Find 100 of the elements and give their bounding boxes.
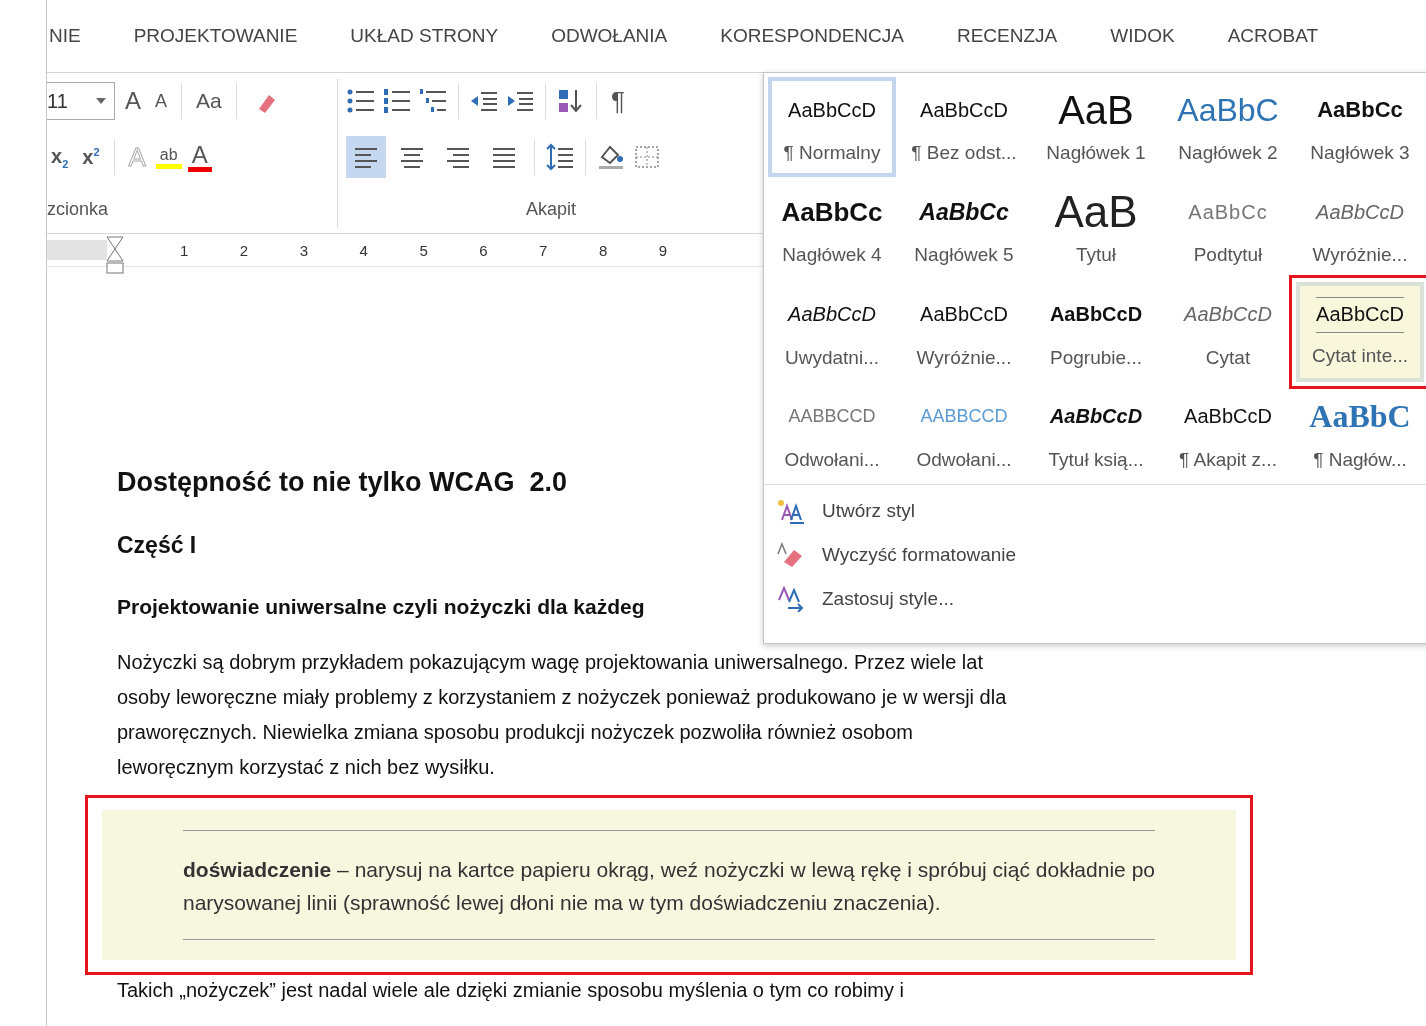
align-right-icon bbox=[445, 146, 471, 168]
style-item[interactable]: AaBbCcD Cytat bbox=[1164, 281, 1292, 382]
menu-item[interactable]: Wyczyść formatowanie bbox=[776, 533, 1176, 577]
ruler-number: 5 bbox=[419, 241, 428, 259]
document-subtitle: Część I bbox=[117, 532, 197, 559]
style-name: Pogrubie... bbox=[1050, 346, 1142, 369]
style-name: Nagłówek 4 bbox=[782, 244, 882, 267]
style-name: Wyróżnie... bbox=[916, 346, 1012, 369]
ribbon-tab[interactable]: WIDOK bbox=[1110, 25, 1175, 47]
highlight-button[interactable]: ab bbox=[155, 145, 182, 169]
style-preview: AABBCCD bbox=[920, 405, 1008, 429]
style-preview: AaBbCcD bbox=[1316, 199, 1404, 225]
style-name: Tytuł bbox=[1075, 244, 1117, 267]
ruler-number: 7 bbox=[539, 241, 548, 259]
style-name: ¶ Nagłów... bbox=[1313, 448, 1407, 471]
style-preview: AaBbC bbox=[1177, 90, 1279, 130]
style-preview: AaBbCc bbox=[919, 197, 1009, 227]
bullet-list-icon[interactable] bbox=[346, 87, 376, 115]
style-name: Uwydatni... bbox=[785, 346, 879, 369]
align-left-icon bbox=[353, 146, 379, 168]
ribbon-tab[interactable]: ODWOŁANIA bbox=[551, 25, 668, 47]
style-item[interactable]: AaBbC ¶ Nagłów... bbox=[1296, 383, 1424, 484]
style-name: ¶ Normalny bbox=[783, 142, 881, 164]
font-size-field[interactable]: 11 bbox=[47, 82, 115, 120]
style-item[interactable]: AaBbC Nagłówek 2 bbox=[1164, 77, 1292, 177]
font-color-button[interactable]: A bbox=[187, 142, 212, 172]
ribbon-tab[interactable]: UKŁAD STRONY bbox=[350, 25, 499, 47]
style-item[interactable]: AaBbCcD Uwydatni... bbox=[768, 281, 896, 382]
document-title: Dostępność to nie tylko WCAG 2.0 bbox=[117, 467, 568, 498]
style-name: Odwołani... bbox=[916, 448, 1012, 471]
align-button[interactable] bbox=[346, 136, 386, 178]
menu-item[interactable]: Zastosuj style... bbox=[776, 577, 1176, 621]
style-preview: AABBCCD bbox=[788, 405, 876, 429]
style-item[interactable]: AaB Tytuł bbox=[1032, 179, 1160, 280]
subscript-button[interactable]: x$_{2}$ bbox=[47, 144, 73, 170]
ribbon-tab[interactable]: RECENZJA bbox=[956, 25, 1058, 47]
align-justify-icon bbox=[491, 146, 517, 168]
style-name: Odwołani... bbox=[784, 448, 880, 471]
ruler-number: 1 bbox=[180, 241, 189, 259]
style-item[interactable]: AaBbCcD ¶ Akapit z... bbox=[1164, 383, 1292, 484]
multilevel-list-icon[interactable] bbox=[418, 87, 448, 115]
style-item[interactable]: AaBbCcD ¶ Bez odst... bbox=[900, 77, 1028, 177]
style-item[interactable]: AaBbCc Nagłówek 3 bbox=[1296, 77, 1424, 177]
style-item[interactable]: AABBCCD Odwołani... bbox=[768, 383, 896, 484]
style-name: Nagłówek 5 bbox=[914, 244, 1014, 267]
style-preview: AaBbCc bbox=[781, 195, 883, 229]
style-item[interactable]: AaBbCcD Wyróżnie... bbox=[900, 281, 1028, 382]
numbered-list-icon[interactable] bbox=[382, 87, 412, 115]
align-center-icon bbox=[399, 146, 425, 168]
style-preview: AaBbCcD bbox=[788, 302, 876, 327]
style-preview: AaBbCcD bbox=[788, 97, 876, 123]
change-case-button[interactable]: Aa bbox=[192, 89, 226, 113]
style-item[interactable]: AaBbCcD ¶ Normalny bbox=[768, 77, 896, 177]
style-name: Nagłówek 1 bbox=[1046, 142, 1146, 164]
menu-item[interactable]: Utwórz styl bbox=[776, 489, 1176, 533]
ribbon-tab[interactable]: ACROBAT bbox=[1227, 25, 1319, 47]
style-item[interactable]: AaBbCc Podtytuł bbox=[1164, 179, 1292, 280]
shrink-font-button[interactable]: A bbox=[151, 90, 172, 112]
style-item[interactable]: AaB Nagłówek 1 bbox=[1032, 77, 1160, 177]
grow-font-button[interactable]: A bbox=[121, 87, 145, 115]
style-preview: AaBbCcD bbox=[1316, 296, 1404, 333]
style-name: Cytat inte... bbox=[1311, 344, 1409, 367]
section-heading: Projektowanie uniwersalne czyli nożyczki dla każdeg bbox=[117, 595, 645, 619]
style-item[interactable]: AaBbCcD Pogrubie... bbox=[1032, 281, 1160, 382]
group-label: zcionka bbox=[47, 198, 109, 220]
style-name: Nagłówek 2 bbox=[1178, 142, 1278, 164]
shading-bucket-icon[interactable] bbox=[596, 143, 626, 171]
ruler-number: 6 bbox=[479, 241, 488, 259]
style-item[interactable]: AaBbCcD Wyróżnie... bbox=[1296, 179, 1424, 280]
style-name: ¶ Bez odst... bbox=[911, 142, 1017, 164]
style-item[interactable]: AABBCCD Odwołani... bbox=[900, 383, 1028, 484]
style-preview: AaBbCcD bbox=[920, 302, 1008, 327]
style-item[interactable]: AaBbCc Nagłówek 4 bbox=[768, 179, 896, 280]
style-preview: AaBbCc bbox=[1188, 199, 1268, 225]
ribbon-tab[interactable]: NIE bbox=[49, 25, 81, 47]
style-name: Tytuł ksią... bbox=[1048, 448, 1144, 471]
style-preview: AaBbCc bbox=[1317, 96, 1403, 124]
new-style-icon bbox=[776, 498, 806, 524]
ruler-number: 2 bbox=[239, 241, 249, 259]
style-preview: AaBbCcD bbox=[920, 97, 1008, 123]
style-item[interactable]: AaBbCcD Tytuł ksią... bbox=[1032, 383, 1160, 484]
ribbon-tab[interactable]: PROJEKTOWANIE bbox=[133, 25, 298, 47]
apply-styles-icon bbox=[776, 586, 806, 612]
ruler-number: 8 bbox=[598, 241, 608, 259]
ruler-number: 3 bbox=[299, 241, 309, 259]
style-name: Nagłówek 3 bbox=[1310, 142, 1410, 164]
quote-text: doświadczenie – narysuj na kartce papieru okrąg, weź nożyczki w lewą rękę i spróbuj ciąć dokładnie po narysowanej linii (sprawność lewej dłoni nie ma w tym doświadczeniu znaczenia). bbox=[183, 857, 1155, 916]
style-item[interactable]: AaBbCc Nagłówek 5 bbox=[900, 179, 1028, 280]
style-preview: AaBbCcD bbox=[1184, 302, 1272, 327]
show-marks-button[interactable]: ¶ bbox=[607, 85, 629, 117]
ribbon-tab[interactable]: KORESPONDENCJA bbox=[720, 25, 904, 47]
indent-marker-icon[interactable] bbox=[106, 236, 124, 274]
ruler-number: 9 bbox=[658, 241, 668, 259]
style-name: Wyróżnie... bbox=[1312, 244, 1408, 267]
style-preview: AaB bbox=[1058, 90, 1134, 130]
body-paragraph: Nożyczki są dobrym przykładem pokazującym wagę projektowania uniwersalnego. Przez wiele lat osoby leworęczne miały problemy z korzystaniem z nożyczek ponieważ produkowano je w wersji dla praworęcznych. Niewielka zmiana sposobu produkcji nożyczek pozwoliła również osobom leworęcznym korzystać z nich bez wysiłku. bbox=[117, 650, 1007, 780]
line-spacing-icon[interactable] bbox=[545, 143, 575, 171]
ruler-number: 4 bbox=[359, 241, 368, 259]
style-preview: AaBbC bbox=[1309, 397, 1411, 437]
superscript-button[interactable]: x$^{2}$ bbox=[78, 145, 104, 169]
